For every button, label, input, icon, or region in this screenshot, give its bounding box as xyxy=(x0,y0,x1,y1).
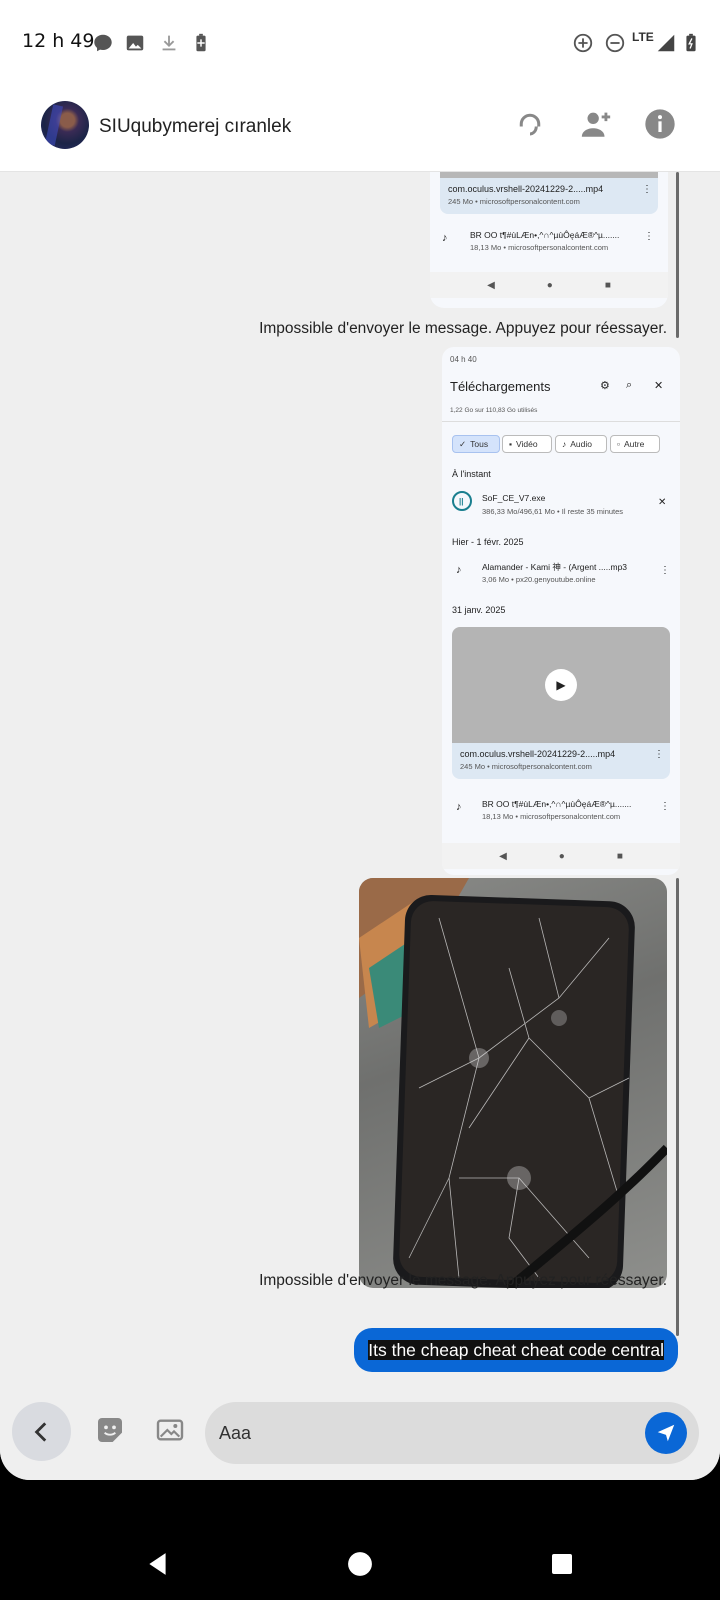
screenshot-nav-bar: ◀ ● ■ xyxy=(430,272,668,298)
file-name: BR OO t¶#ùLÆn•,^∩^µùÔęáÆ®^µ....... xyxy=(482,799,632,809)
shot-title: Téléchargements xyxy=(450,379,551,394)
filter-chip: ▪ Vidéo xyxy=(502,435,552,453)
home-circle-icon xyxy=(348,1552,372,1576)
more-icon: ⋮ xyxy=(644,231,654,242)
message-list[interactable]: com.oculus.vrshell-20241229-2.....mp4 24… xyxy=(0,172,720,1392)
shot-status-time: 04 h 40 xyxy=(450,355,477,364)
data-saver-icon xyxy=(573,33,593,53)
battery-saver-icon xyxy=(196,33,206,52)
dnd-icon xyxy=(605,33,625,53)
recents-square-icon xyxy=(552,1554,572,1574)
send-icon xyxy=(657,1424,675,1442)
add-person-button[interactable] xyxy=(574,102,618,146)
info-button[interactable] xyxy=(638,102,682,146)
headset-icon xyxy=(519,113,541,136)
file-name: com.oculus.vrshell-20241229-2.....mp4 xyxy=(448,184,604,194)
download-icon xyxy=(162,35,176,51)
file-name: BR OO t¶#ùLÆn•,^∩^µùÔęáÆ®^µ....... xyxy=(470,230,620,240)
signal-icon xyxy=(657,34,675,52)
status-time: 12 h 49 xyxy=(22,30,95,52)
more-icon: ⋮ xyxy=(660,565,670,576)
status-bar: 12 h 49 LTE xyxy=(0,0,720,84)
sent-message-text: Its the cheap cheat cheat code central xyxy=(368,1340,664,1360)
message-input-container[interactable] xyxy=(205,1402,699,1464)
collapse-button[interactable] xyxy=(12,1402,71,1461)
file-name: SoF_CE_V7.exe xyxy=(482,493,546,503)
filter-chip: ♪ Audio xyxy=(555,435,607,453)
photo-message[interactable] xyxy=(359,878,667,1288)
close-icon: ✕ xyxy=(658,497,667,508)
add-person-icon xyxy=(581,112,611,137)
file-meta: 245 Mo • microsoftpersonalcontent.com xyxy=(460,762,592,771)
avatar[interactable] xyxy=(41,101,89,149)
system-recents-button[interactable] xyxy=(538,1540,586,1588)
screenshot-nav-bar: ◀ ● ■ xyxy=(442,843,680,869)
search-icon: ⌕ xyxy=(626,379,633,391)
scrollbar[interactable] xyxy=(676,172,679,338)
section-label: 31 janv. 2025 xyxy=(452,605,506,615)
image-icon xyxy=(126,35,144,51)
network-type: LTE xyxy=(632,30,654,44)
send-error-text[interactable]: Impossible d'envoyer le message. Appuyez… xyxy=(259,320,667,338)
composer xyxy=(0,1392,720,1480)
gallery-icon[interactable] xyxy=(154,1414,186,1446)
info-icon xyxy=(645,109,675,139)
close-icon: ✕ xyxy=(654,380,664,392)
cracked-phone-image xyxy=(359,878,667,1288)
system-back-button[interactable] xyxy=(134,1540,182,1588)
file-meta: 386,33 Mo/496,61 Mo • Il reste 35 minute… xyxy=(482,507,624,516)
send-button[interactable] xyxy=(645,1412,687,1454)
file-name: Alamander - Kami 神 - (Argent .....mp3 xyxy=(482,562,628,572)
more-icon: ⋮ xyxy=(642,184,652,195)
filter-chip: ✓ Tous xyxy=(452,435,500,453)
battery-icon xyxy=(686,33,696,52)
file-meta: 18,13 Mo • microsoftpersonalcontent.com xyxy=(470,243,609,252)
system-nav-bar xyxy=(0,1528,720,1600)
scrollbar[interactable] xyxy=(676,878,679,1336)
filter-chip: ▫ Autre xyxy=(610,435,660,453)
chat-header: SIUqubymerej cıranlek xyxy=(0,84,720,172)
contact-name[interactable]: SIUqubymerej cıranlek xyxy=(99,116,291,138)
messenger-chat-icon xyxy=(94,34,112,52)
screenshot-message-1[interactable]: com.oculus.vrshell-20241229-2.....mp4 24… xyxy=(430,172,668,308)
section-label: À l'instant xyxy=(452,469,491,479)
sticker-icon[interactable] xyxy=(94,1414,126,1446)
system-home-button[interactable] xyxy=(336,1540,384,1588)
music-note-icon: ♪ xyxy=(456,564,462,576)
gear-icon: ⚙ xyxy=(600,380,610,392)
music-note-icon: ♪ xyxy=(456,801,462,813)
music-note-icon: ♪ xyxy=(442,232,448,244)
message-input[interactable] xyxy=(219,1402,619,1464)
file-name: com.oculus.vrshell-20241229-2.....mp4 xyxy=(460,749,616,759)
screenshot-message-2[interactable]: 04 h 40 Téléchargements ⚙ ⌕ ✕ 1,22 Go su… xyxy=(442,347,680,875)
more-icon: ⋮ xyxy=(660,801,670,812)
file-meta: 3,06 Mo • px20.genyoutube.online xyxy=(482,575,596,584)
messenger-app: 12 h 49 LTE SIUqubymerej cıranlek com.oc… xyxy=(0,0,720,1480)
sent-message-bubble[interactable]: Its the cheap cheat cheat code central xyxy=(354,1328,678,1372)
chevron-left-icon xyxy=(34,1421,46,1442)
more-icon: ⋮ xyxy=(654,749,664,760)
play-icon: ▶ xyxy=(545,669,577,701)
audio-call-button[interactable] xyxy=(508,102,552,146)
file-meta: 18,13 Mo • microsoftpersonalcontent.com xyxy=(482,812,621,821)
back-triangle-icon xyxy=(149,1553,166,1575)
shot-storage: 1,22 Go sur 110,83 Go utilisés xyxy=(450,407,538,414)
file-meta: 245 Mo • microsoftpersonalcontent.com xyxy=(448,197,580,206)
section-label: Hier - 1 févr. 2025 xyxy=(452,537,524,547)
send-error-text[interactable]: Impossible d'envoyer le message. Appuyez… xyxy=(259,1272,667,1290)
